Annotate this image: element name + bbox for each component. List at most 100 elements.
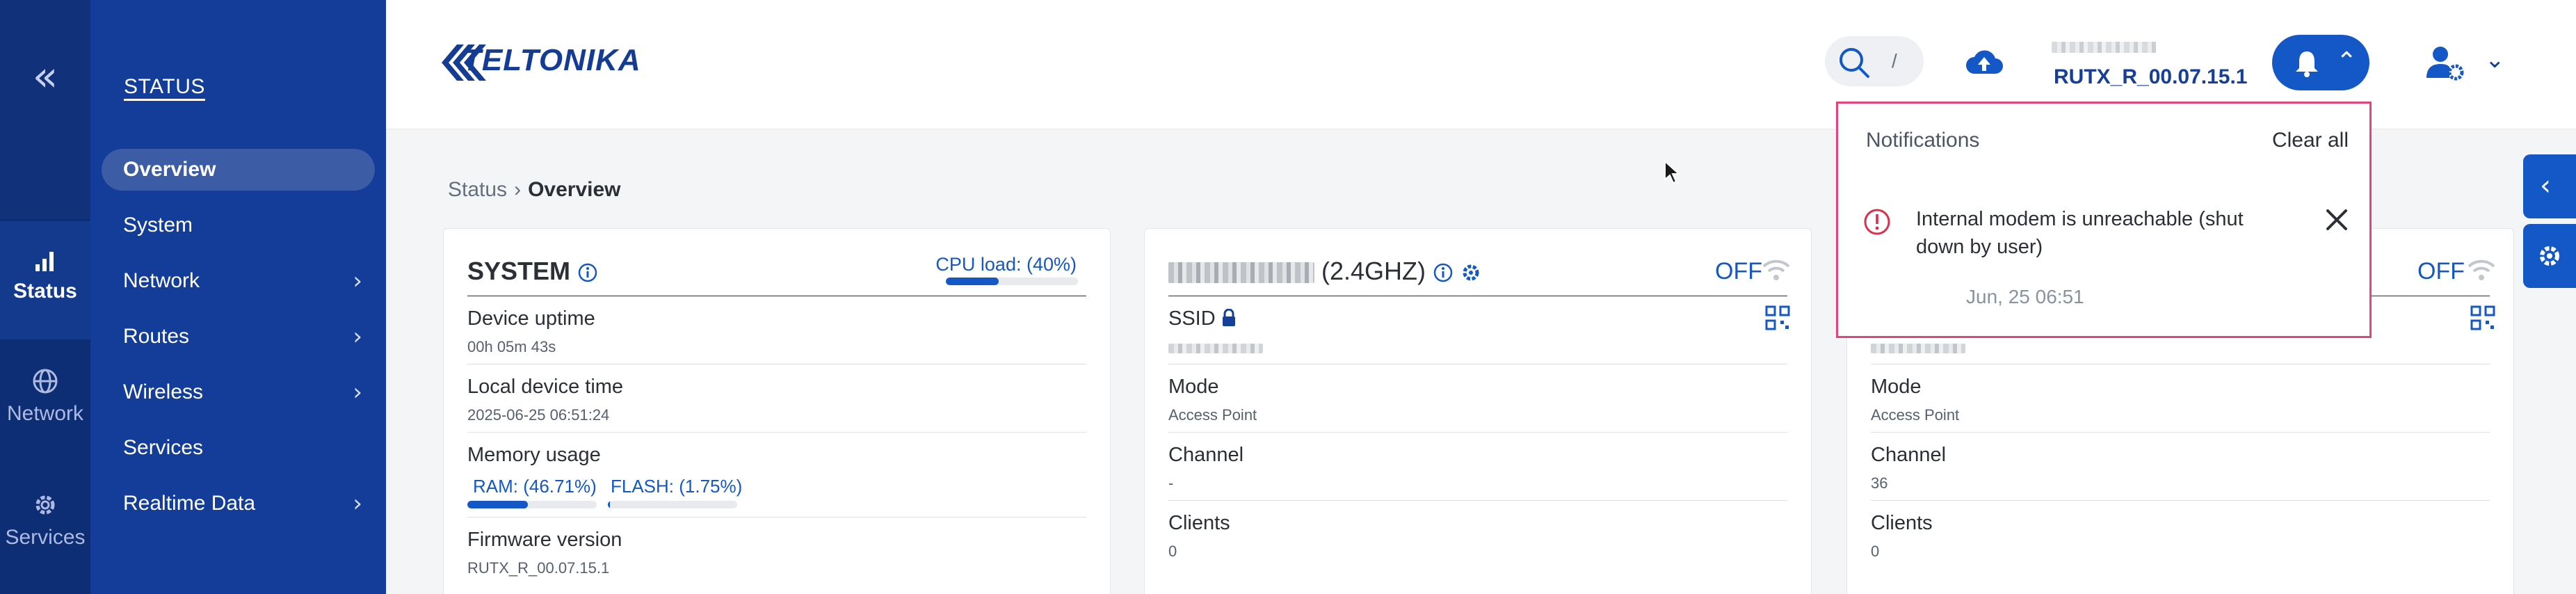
menu-item-services[interactable]: Services <box>102 427 375 469</box>
channel-value: - <box>1168 474 1174 492</box>
clients-value: 0 <box>1168 543 1177 560</box>
menu-item-overview[interactable]: Overview <box>102 149 375 191</box>
side-panel-expand-button[interactable]: ‹ <box>2523 154 2576 218</box>
chevron-up-icon: ⌃ <box>2336 47 2358 76</box>
user-settings-icon[interactable] <box>2424 42 2465 83</box>
menu-item-label: Overview <box>123 158 216 181</box>
clients-row: Clients 0 <box>1871 500 2490 560</box>
notifications-title: Notifications <box>1866 129 1980 152</box>
channel-label: Channel <box>1168 444 1244 466</box>
system-card-title: SYSTEM <box>467 257 598 286</box>
local-time-label: Local device time <box>467 376 624 398</box>
chevron-right-icon: › <box>353 267 362 295</box>
notifications-popup: Notifications Clear all Internal modem i… <box>1836 102 2372 338</box>
clients-value: 0 <box>1871 543 1880 560</box>
rail-item-status[interactable]: Status <box>0 221 90 339</box>
notifications-button[interactable]: ⌃ <box>2272 35 2369 90</box>
qr-code-icon[interactable] <box>2470 305 2495 330</box>
icon-rail: « Status Network Services <box>0 0 90 594</box>
qr-code-icon[interactable] <box>1765 305 1790 330</box>
firmware-label: Firmware version <box>467 529 622 551</box>
bell-icon <box>2296 51 2318 77</box>
card-title-text: SYSTEM <box>467 257 571 285</box>
collapse-sidebar-icon[interactable]: « <box>25 56 65 97</box>
globe-icon <box>33 369 58 394</box>
clear-all-button[interactable]: Clear all <box>2272 129 2349 152</box>
wifi-off-icon <box>1762 259 1790 280</box>
gear-icon[interactable] <box>1460 262 1481 283</box>
firmware-value: RUTX_R_00.07.15.1 <box>467 559 610 577</box>
submenu-heading[interactable]: STATUS <box>124 75 205 99</box>
chevron-down-icon[interactable]: ⌄ <box>2485 46 2505 74</box>
mode-value: Access Point <box>1168 406 1257 424</box>
ram-usage-bar <box>467 501 597 508</box>
wireless-state[interactable]: OFF <box>1715 258 1762 285</box>
ssid-value-blurred <box>1871 344 1965 353</box>
clients-row: Clients 0 <box>1168 500 1787 560</box>
system-card: SYSTEM CPU load: (40%) Device uptime 00h… <box>443 228 1111 594</box>
channel-row: Channel - <box>1168 432 1787 492</box>
ram-usage-fill <box>467 501 528 508</box>
ssid-label-text: SSID <box>1168 307 1216 330</box>
menu-item-label: Network <box>123 269 200 292</box>
memory-row: Memory usage RAM: (46.71%) FLASH: (1.75%… <box>467 432 1086 508</box>
wifi-off-icon <box>2468 259 2495 280</box>
side-panel-settings-button[interactable] <box>2523 224 2576 288</box>
rail-item-label: Services <box>5 526 86 549</box>
search-icon <box>1840 48 1869 78</box>
breadcrumb-root[interactable]: Status <box>448 178 507 201</box>
header-firmware-version[interactable]: RUTX_R_00.07.15.1 <box>2054 65 2248 89</box>
menu-item-label: System <box>123 214 193 236</box>
wireless-24-card-title: (2.4GHZ) <box>1168 257 1481 286</box>
gear-icon <box>35 495 55 515</box>
rail-item-services[interactable]: Services <box>0 491 90 568</box>
wireless-24ghz-card: (2.4GHZ) OFF SSID Mode Access Point Chan… <box>1144 228 1812 594</box>
flash-usage-label[interactable]: FLASH: (1.75%) <box>611 476 742 497</box>
lock-icon <box>1222 308 1235 326</box>
menu-item-wireless[interactable]: Wireless › <box>102 371 375 413</box>
breadcrumb-current: Overview <box>528 178 621 201</box>
menu-item-routes[interactable]: Routes › <box>102 316 375 358</box>
uptime-value: 00h 05m 43s <box>467 338 556 355</box>
notification-time: Jun, 25 06:51 <box>1966 286 2084 307</box>
search-shortcut-hint: / <box>1892 50 1897 72</box>
flash-usage-bar <box>608 501 737 508</box>
ssid-label: SSID <box>1168 307 1237 330</box>
channel-label: Channel <box>1871 444 1947 466</box>
ssid-name-blurred <box>1168 262 1314 284</box>
rail-item-label: Status <box>13 280 77 303</box>
memory-label: Memory usage <box>467 444 601 466</box>
info-icon[interactable] <box>577 262 598 283</box>
cpu-load-bar <box>946 278 1078 285</box>
mode-value: Access Point <box>1871 406 1960 424</box>
mode-label: Mode <box>1871 376 1922 398</box>
local-time-value: 2025-06-25 06:51:24 <box>467 406 610 424</box>
wireless-state[interactable]: OFF <box>2417 258 2465 285</box>
chevron-right-icon: › <box>353 378 362 406</box>
ssid-value-blurred <box>1168 344 1263 353</box>
mouse-cursor-icon <box>1664 160 1680 184</box>
gear-icon <box>2540 246 2559 266</box>
chevron-right-icon: › <box>353 323 362 351</box>
search-button[interactable]: / <box>1825 36 1924 86</box>
logo-wordmark[interactable]: TELTONIKA <box>462 43 641 78</box>
ram-usage-label[interactable]: RAM: (46.71%) <box>473 476 597 497</box>
band-label: (2.4GHZ) <box>1321 257 1426 285</box>
info-icon[interactable] <box>1433 262 1454 283</box>
chevron-left-icon: ‹ <box>2540 170 2551 202</box>
menu-item-label: Services <box>123 436 204 459</box>
close-icon[interactable] <box>2325 208 2349 232</box>
menu-item-network[interactable]: Network › <box>102 260 375 302</box>
breadcrumb-separator-icon: › <box>514 178 522 201</box>
breadcrumb: Status › Overview <box>448 178 620 202</box>
rail-item-network[interactable]: Network <box>0 367 90 444</box>
menu-item-realtime-data[interactable]: Realtime Data › <box>102 483 375 524</box>
notification-message: Internal modem is unreachable (shut down… <box>1916 208 2244 258</box>
menu-item-system[interactable]: System <box>102 204 375 246</box>
cpu-load-label[interactable]: CPU load: (40%) <box>935 254 1077 275</box>
menu-item-label: Wireless <box>123 380 204 403</box>
clients-label: Clients <box>1871 512 1933 534</box>
rail-item-label: Network <box>6 402 84 425</box>
menu-item-label: Routes <box>123 325 190 348</box>
cloud-upload-icon[interactable] <box>1965 47 2004 78</box>
